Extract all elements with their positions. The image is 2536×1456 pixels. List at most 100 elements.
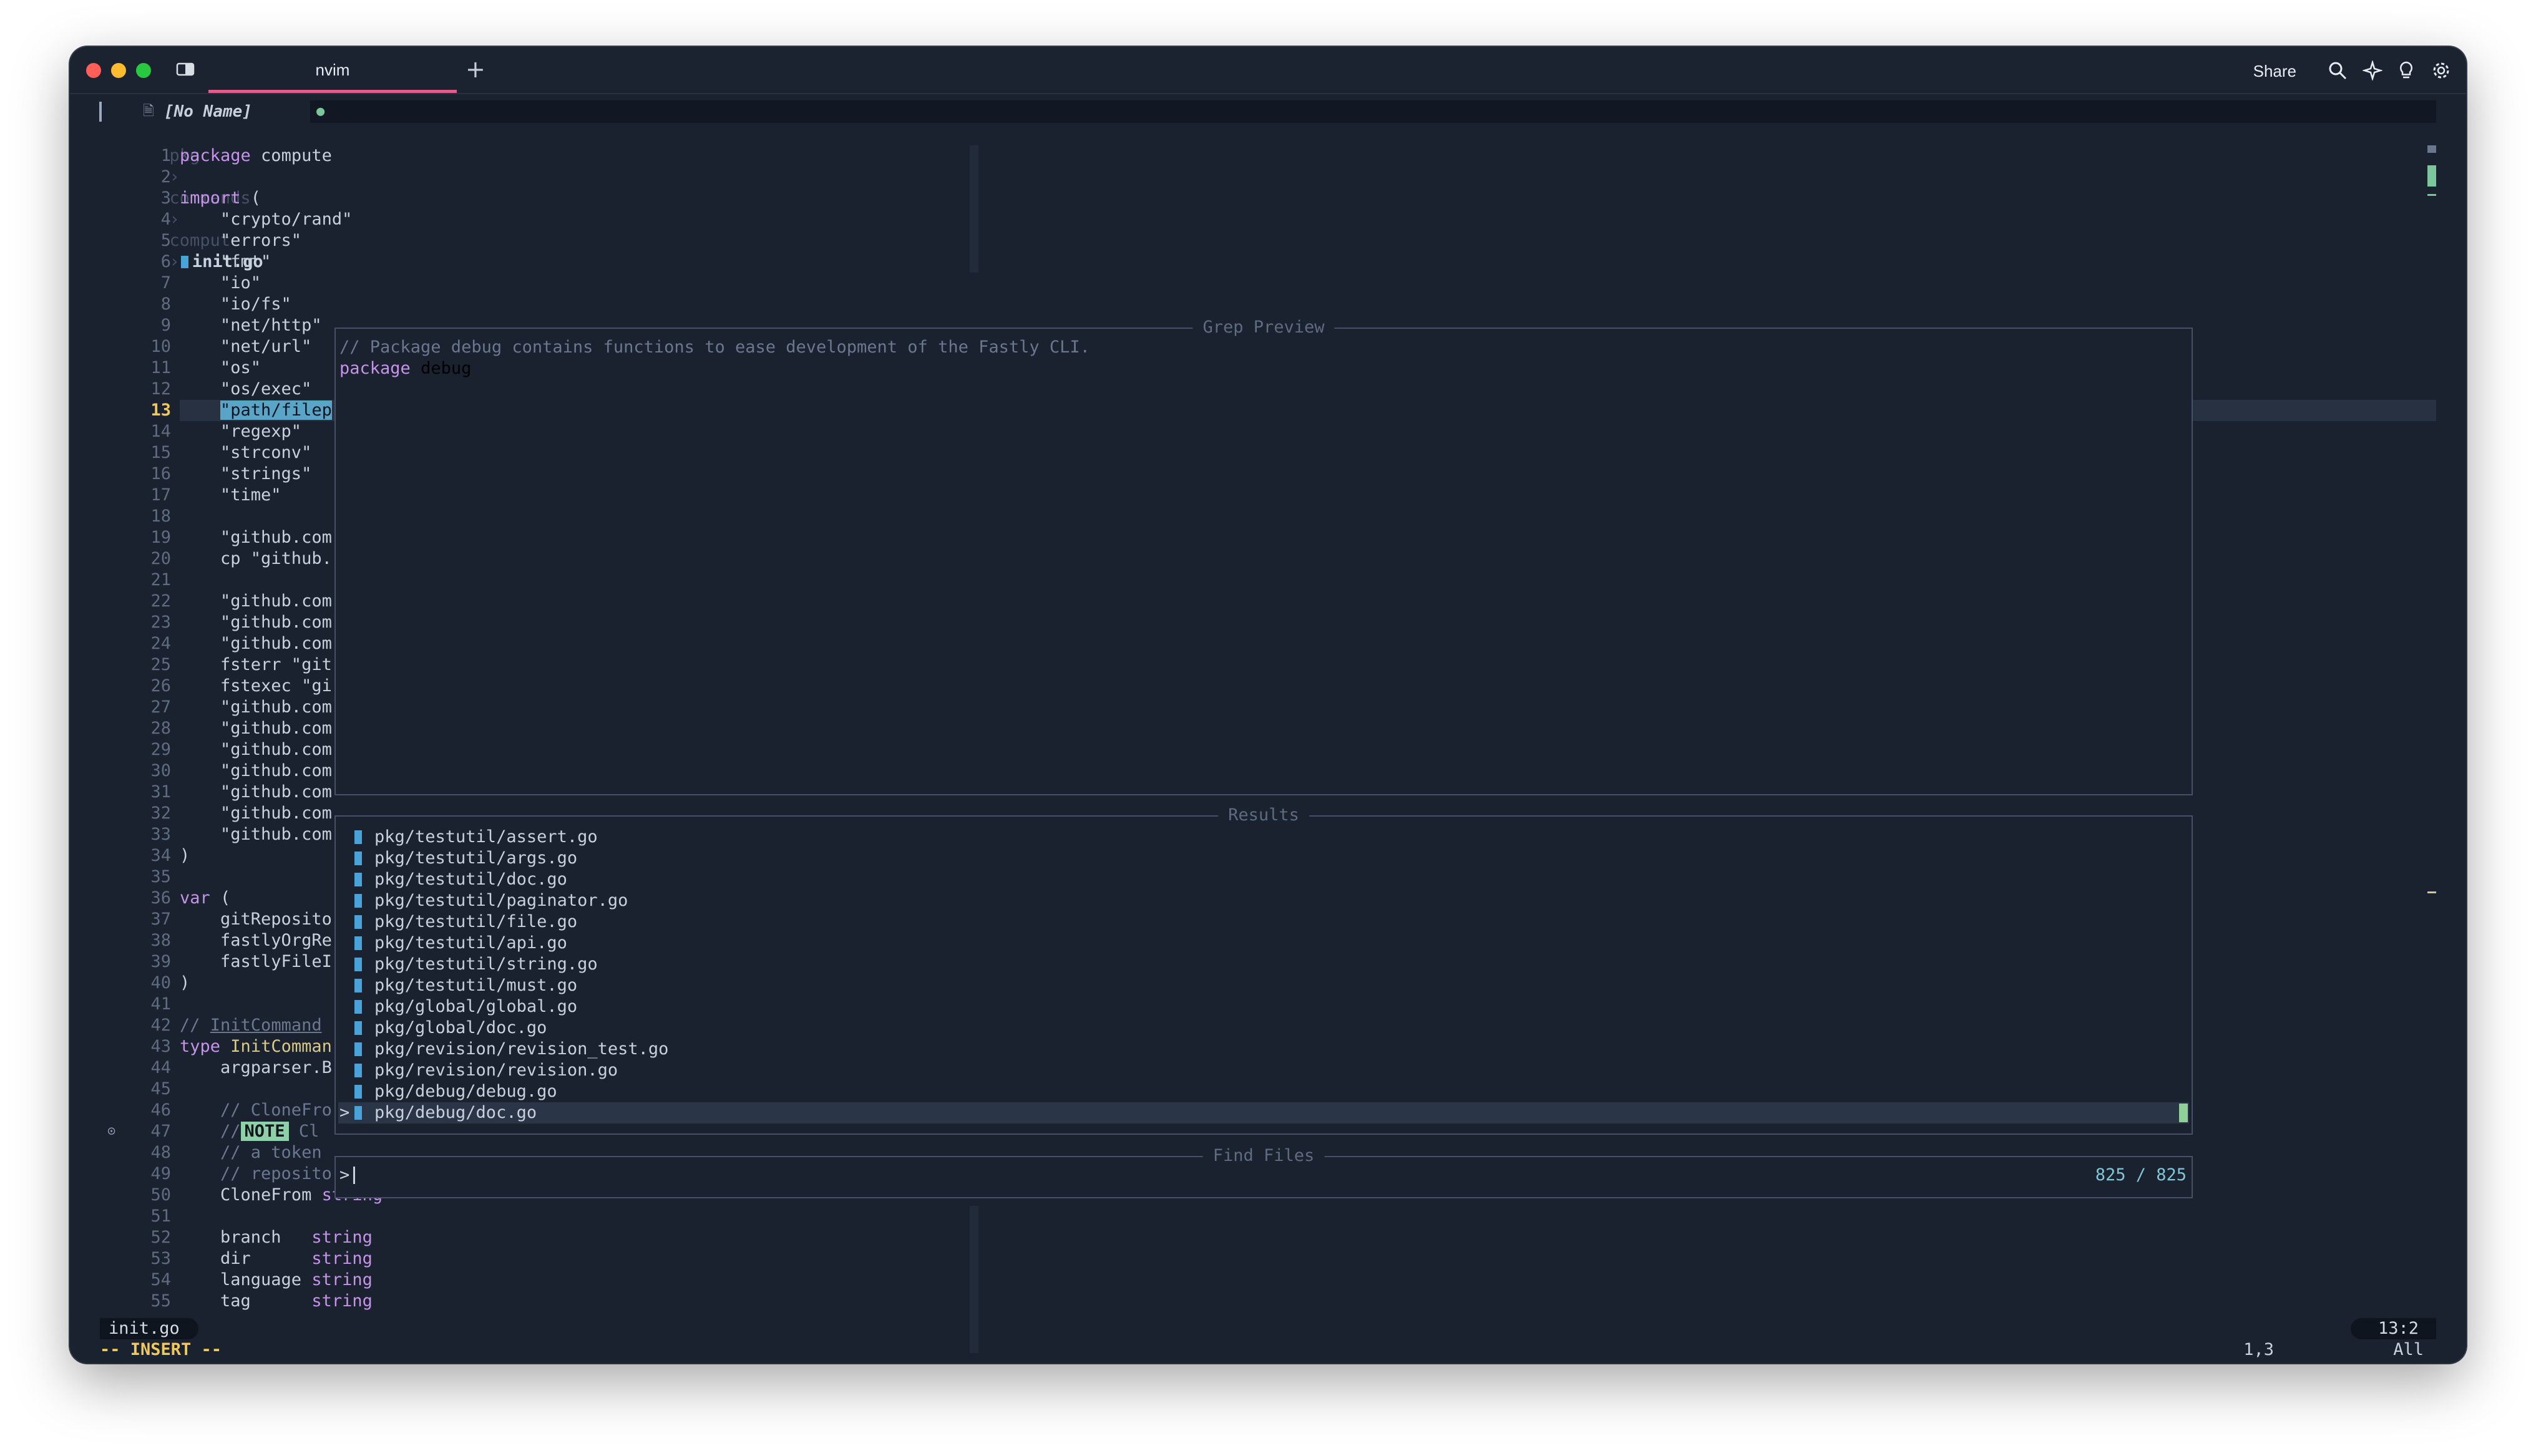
result-item[interactable]: pkg/revision/revision.go (354, 1060, 618, 1081)
code-line[interactable]: "crypto/rand" (180, 209, 352, 230)
result-item[interactable]: pkg/testutil/api.go (354, 933, 567, 954)
line-number: 22 (150, 591, 171, 611)
code-line[interactable]: fstexec "gi (180, 676, 332, 697)
statusline: init.go 13:2 (100, 1318, 2436, 1339)
code-line[interactable]: "path/filep (180, 400, 332, 421)
line-number: 55 (150, 1291, 171, 1311)
code-line[interactable]: "strings" (180, 463, 311, 485)
code-line[interactable]: "net/url" (180, 336, 311, 357)
code-line[interactable]: "github.com (180, 824, 332, 845)
code-line[interactable]: "github.com (180, 527, 332, 548)
code-line[interactable]: fsterr "git (180, 654, 332, 676)
maximize-window-button[interactable] (136, 63, 151, 78)
line-number: 20 (150, 549, 171, 568)
code-line[interactable]: type InitComman (180, 1036, 332, 1057)
code-line[interactable]: // CloneFro (180, 1100, 332, 1121)
line-number: 9 (160, 316, 171, 335)
code-line[interactable]: "github.com (180, 612, 332, 633)
code-line[interactable]: argparser.B (180, 1057, 332, 1079)
code-line[interactable]: "github.com (180, 760, 332, 782)
code-line[interactable]: "fmt" (180, 251, 271, 273)
statusline-position: 13:2 (2350, 1318, 2436, 1339)
line-number: 28 (150, 719, 171, 738)
result-item[interactable]: pkg/testutil/string.go (354, 954, 598, 975)
code-line[interactable]: "net/http" (180, 315, 322, 336)
code-line[interactable]: cp "github. (180, 548, 332, 570)
code-line[interactable]: "github.com (180, 697, 332, 718)
ai-sparkle-icon[interactable] (2361, 59, 2384, 82)
code-line[interactable]: ) (180, 845, 190, 866)
code-line[interactable]: "github.com (180, 782, 332, 803)
close-window-button[interactable] (86, 63, 101, 78)
code-line[interactable]: "io/fs" (180, 294, 291, 315)
result-item[interactable]: pkg/testutil/doc.go (354, 869, 567, 890)
title-bar: nvim + Share (70, 47, 2466, 94)
result-item[interactable]: pkg/testutil/must.go (354, 975, 577, 996)
code-line[interactable]: "os" (180, 357, 261, 379)
cursor-ruler: 1,3 (2243, 1340, 2274, 1359)
scrollbar-thumb[interactable] (2427, 145, 2436, 153)
line-number: 54 (150, 1270, 171, 1289)
result-item[interactable]: pkg/global/global.go (354, 996, 577, 1017)
sidebar-toggle-icon[interactable] (176, 62, 195, 77)
code-line[interactable]: language string (180, 1269, 373, 1291)
code-line[interactable]: "io" (180, 273, 261, 294)
new-tab-button[interactable]: + (466, 56, 485, 83)
result-item[interactable]: pkg/debug/debug.go (354, 1081, 557, 1102)
result-item[interactable]: pkg/testutil/assert.go (354, 827, 598, 848)
code-line[interactable]: "errors" (180, 230, 301, 251)
result-item[interactable]: pkg/global/doc.go (354, 1017, 547, 1039)
result-item[interactable]: pkg/testutil/args.go (354, 848, 577, 869)
code-line[interactable]: "github.com (180, 633, 332, 654)
code-line[interactable]: "github.com (180, 591, 332, 612)
result-item[interactable]: pkg/debug/doc.go (354, 1102, 537, 1124)
code-line[interactable]: import ( (180, 188, 261, 209)
text-cursor (353, 1167, 356, 1184)
code-line[interactable]: // InitCommand (180, 1015, 322, 1036)
code-line[interactable]: "github.com (180, 718, 332, 739)
scrollbar-git-mark (2427, 194, 2436, 196)
search-icon[interactable] (2328, 61, 2348, 80)
result-item[interactable]: pkg/testutil/file.go (354, 911, 577, 933)
code-line[interactable]: "github.com (180, 739, 332, 760)
results-panel: Results pkg/testutil/assert.go pkg/testut… (334, 805, 2193, 1135)
code-line[interactable]: dir string (180, 1248, 373, 1269)
code-line[interactable]: tag string (180, 1291, 373, 1312)
line-number: 10 (150, 337, 171, 356)
go-file-icon (354, 894, 362, 908)
minimize-window-button[interactable] (111, 63, 126, 78)
lightbulb-icon[interactable] (2396, 61, 2416, 80)
code-line[interactable]: fastlyOrgRe (180, 930, 332, 951)
code-line[interactable]: package compute (180, 145, 332, 167)
code-line[interactable]: "os/exec" (180, 379, 311, 400)
buffer-tab[interactable]: 🗎 [No Name] ● (98, 100, 324, 123)
code-line[interactable]: ) (180, 973, 190, 994)
code-line[interactable]: fastlyFileI (180, 951, 332, 973)
line-number: 15 (150, 443, 171, 462)
breadcrumb: pkg › commands › compute › init.go (109, 124, 263, 271)
line-number: 34 (150, 846, 171, 865)
result-item[interactable]: pkg/testutil/paginator.go (354, 890, 628, 911)
results-scrollbar[interactable] (2179, 1104, 2188, 1122)
result-path: pkg/global/doc.go (374, 1018, 547, 1037)
code-line[interactable]: "time" (180, 485, 281, 506)
tab-title: nvim (315, 61, 350, 79)
command-line[interactable]: -- INSERT -- 1,3 All (100, 1339, 2436, 1361)
nvim-editor[interactable]: 🗎 [No Name] ● pkg › commands › compute ›… (70, 93, 2466, 1363)
result-path: pkg/global/global.go (374, 997, 578, 1016)
go-file-icon (354, 979, 362, 993)
gear-icon[interactable] (2431, 61, 2451, 80)
code-line[interactable]: // a token (180, 1142, 322, 1163)
code-line[interactable]: gitReposito (180, 909, 332, 930)
share-button[interactable]: Share (2253, 62, 2296, 81)
code-line[interactable]: branch string (180, 1227, 373, 1248)
result-item[interactable]: pkg/revision/revision_test.go (354, 1039, 668, 1060)
code-line[interactable]: "strconv" (180, 442, 311, 463)
code-line[interactable]: //NOTE Cl (180, 1121, 319, 1142)
line-number: 29 (150, 740, 171, 759)
tab-nvim[interactable]: nvim (208, 47, 457, 93)
code-line[interactable]: "regexp" (180, 421, 301, 442)
code-line[interactable]: var ( (180, 888, 230, 909)
search-input[interactable]: > (339, 1165, 356, 1186)
code-line[interactable]: "github.com (180, 803, 332, 824)
